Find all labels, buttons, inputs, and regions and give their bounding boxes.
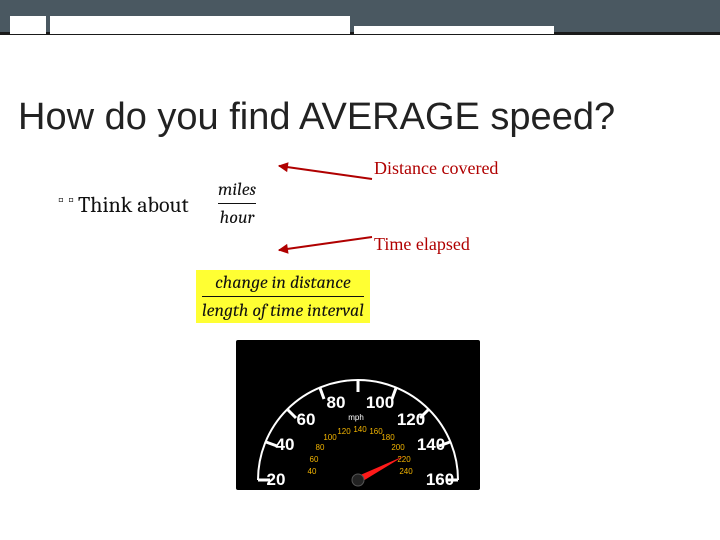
- annotation-distance: Distance covered: [374, 158, 498, 179]
- svg-text:40: 40: [308, 467, 317, 476]
- svg-text:mph: mph: [348, 413, 364, 422]
- svg-text:200: 200: [391, 443, 405, 452]
- slide-top-bar: [0, 0, 720, 35]
- svg-text:240: 240: [399, 467, 413, 476]
- svg-text:80: 80: [316, 443, 325, 452]
- fraction-miles-hour: miles hour: [218, 179, 256, 228]
- speedometer-icon: 20 40 60 80 100 120 140 160 mph 40 60 80…: [236, 340, 480, 490]
- annotation-time: Time elapsed: [374, 234, 470, 255]
- think-about-label: Think about: [78, 192, 189, 218]
- svg-text:120: 120: [397, 410, 425, 429]
- fraction-change-interval: change in distance length of time interv…: [196, 270, 370, 323]
- decor-seg: [10, 16, 46, 34]
- speedometer-image: 20 40 60 80 100 120 140 160 mph 40 60 80…: [236, 340, 480, 490]
- svg-text:160: 160: [426, 470, 454, 489]
- svg-text:40: 40: [276, 435, 295, 454]
- decor-seg: [354, 26, 554, 34]
- fraction-bar: [218, 203, 256, 204]
- arrow-to-denominator-icon: [279, 236, 372, 251]
- svg-text:140: 140: [353, 425, 367, 434]
- svg-text:80: 80: [327, 393, 346, 412]
- svg-text:120: 120: [337, 427, 351, 436]
- decor-seg: [50, 16, 350, 34]
- svg-text:60: 60: [310, 455, 319, 464]
- fraction-bar: [202, 296, 364, 297]
- fraction-denominator: length of time interval: [202, 300, 364, 321]
- svg-text:180: 180: [381, 433, 395, 442]
- svg-text:100: 100: [323, 433, 337, 442]
- svg-text:60: 60: [297, 410, 316, 429]
- svg-text:140: 140: [417, 435, 445, 454]
- svg-text:20: 20: [267, 470, 286, 489]
- bullet-marker: ▫ ▫: [58, 196, 74, 206]
- slide-title: How do you find AVERAGE speed?: [18, 96, 615, 139]
- arrow-to-numerator-icon: [279, 165, 372, 180]
- fraction-numerator: miles: [218, 179, 256, 200]
- svg-text:220: 220: [397, 455, 411, 464]
- svg-text:100: 100: [366, 393, 394, 412]
- fraction-numerator: change in distance: [215, 272, 351, 293]
- fraction-denominator: hour: [220, 207, 255, 228]
